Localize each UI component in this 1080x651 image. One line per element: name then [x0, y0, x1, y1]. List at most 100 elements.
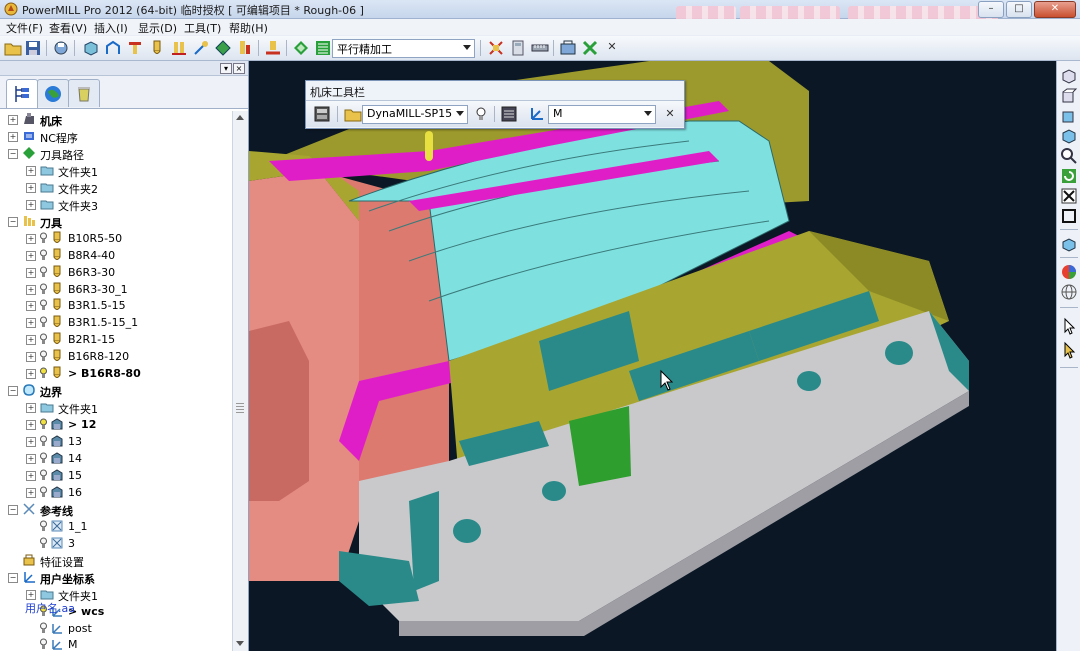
light-bulb-icon[interactable]	[40, 299, 47, 311]
machine-settings-icon[interactable]	[500, 105, 518, 123]
expand-icon[interactable]: +	[26, 487, 36, 498]
tree-item[interactable]: + 文件夹3	[0, 196, 232, 213]
tree-item[interactable]: + B6R3-30_1	[0, 281, 232, 298]
light-bulb-icon[interactable]	[40, 435, 47, 447]
tree-item[interactable]: +16	[0, 484, 232, 501]
block-view-icon[interactable]	[1060, 235, 1078, 253]
expand-icon[interactable]: +	[26, 301, 36, 312]
ruler-icon[interactable]	[531, 39, 549, 57]
light-bulb-icon[interactable]	[40, 418, 47, 430]
menu-display[interactable]: 显示(D)	[138, 20, 177, 36]
leads-links-icon[interactable]	[214, 39, 232, 57]
light-bulb-icon[interactable]	[40, 537, 47, 549]
chevron-down-icon[interactable]	[456, 111, 464, 116]
chevron-down-icon[interactable]	[463, 45, 471, 50]
expand-icon[interactable]: +	[8, 115, 18, 125]
light-bulb-icon[interactable]	[40, 622, 47, 634]
tool-definition-icon[interactable]	[148, 39, 166, 57]
tree-item[interactable]: + B3R1.5-15_1	[0, 314, 232, 331]
tree-item[interactable]: + B6R3-30	[0, 264, 232, 281]
close-panel-icon[interactable]: ×	[233, 63, 245, 74]
cross-arrows-icon[interactable]	[581, 39, 599, 57]
save-icon[interactable]	[24, 39, 42, 57]
refresh-icon[interactable]	[1060, 167, 1078, 185]
pattern-tool-icon[interactable]	[192, 39, 210, 57]
expand-icon[interactable]: +	[26, 335, 36, 346]
start-point-icon[interactable]	[236, 39, 254, 57]
collapse-icon[interactable]: −	[8, 148, 18, 159]
recycle-tab[interactable]	[68, 79, 100, 107]
machine-combo[interactable]: DynaMILL-SP15	[362, 105, 468, 124]
tree-item[interactable]: +13	[0, 433, 232, 450]
scissors-edit-icon[interactable]	[487, 39, 505, 57]
view-top-icon[interactable]	[1060, 107, 1078, 125]
expand-icon[interactable]: +	[26, 403, 36, 414]
light-bulb-icon[interactable]	[40, 520, 47, 532]
expand-icon[interactable]: +	[26, 165, 36, 176]
expand-icon[interactable]: +	[26, 267, 36, 278]
tree-item[interactable]: + 文件夹2	[0, 179, 232, 196]
expand-icon[interactable]: +	[26, 589, 36, 600]
feed-rate-icon[interactable]	[126, 39, 144, 57]
expand-icon[interactable]: +	[26, 369, 36, 380]
tree-item[interactable]: − 刀具	[0, 213, 232, 230]
expand-icon[interactable]: +	[26, 437, 36, 448]
tree-item[interactable]: + 文件夹1	[0, 399, 232, 416]
machine-display-icon[interactable]	[313, 105, 331, 123]
menu-insert[interactable]: 插入(I)	[94, 20, 128, 36]
scrollbar-grip[interactable]	[236, 403, 244, 413]
light-bulb-icon[interactable]	[40, 469, 47, 481]
light-bulb-icon[interactable]	[40, 486, 47, 498]
collapse-icon[interactable]: −	[8, 216, 18, 227]
zoom-box-icon[interactable]	[1060, 207, 1078, 225]
light-bulb-icon[interactable]	[40, 249, 47, 261]
rapid-move-icon[interactable]	[104, 39, 122, 57]
tree-item[interactable]: +15	[0, 467, 232, 484]
open-machine-icon[interactable]	[344, 105, 362, 123]
expand-icon[interactable]: +	[26, 182, 36, 193]
open-folder-icon[interactable]	[4, 39, 22, 57]
expand-icon[interactable]: +	[26, 420, 36, 431]
graphics-viewport[interactable]	[249, 61, 1056, 651]
toolpath-verify-icon[interactable]	[264, 39, 282, 57]
print-icon[interactable]	[52, 39, 70, 57]
tree-item[interactable]: 1_1	[0, 518, 232, 535]
select-cursor-icon[interactable]	[1060, 317, 1078, 335]
tree-item[interactable]: post	[0, 620, 232, 637]
view-shaded-icon[interactable]	[1060, 127, 1078, 145]
tree-item[interactable]: + > 12	[0, 416, 232, 433]
light-bulb-icon[interactable]	[472, 105, 490, 123]
block-icon[interactable]	[82, 39, 100, 57]
light-bulb-icon[interactable]	[40, 283, 47, 295]
maximize-button[interactable]: □	[1006, 1, 1032, 18]
menu-tools[interactable]: 工具(T)	[184, 20, 221, 36]
tree-item[interactable]: +14	[0, 450, 232, 467]
drag-select-icon[interactable]	[1060, 341, 1078, 359]
chevron-down-icon[interactable]	[644, 111, 652, 116]
tree-item[interactable]: − 边界	[0, 382, 232, 399]
expand-icon[interactable]: +	[26, 470, 36, 481]
tree-item[interactable]: + B16R8-120	[0, 348, 232, 365]
collapse-icon[interactable]: −	[8, 386, 18, 397]
calculator-icon[interactable]	[509, 39, 527, 57]
menu-file[interactable]: 文件(F)	[6, 20, 43, 36]
light-bulb-icon[interactable]	[40, 638, 47, 650]
globe-tab[interactable]	[37, 79, 69, 107]
expand-icon[interactable]: +	[26, 318, 36, 329]
close-button[interactable]: ✕	[1034, 1, 1076, 18]
light-bulb-icon[interactable]	[40, 350, 47, 362]
menu-view[interactable]: 查看(V)	[49, 20, 87, 36]
explorer-scrollbar[interactable]	[232, 111, 248, 651]
view-front-icon[interactable]	[1060, 87, 1078, 105]
expand-icon[interactable]: +	[26, 352, 36, 363]
tree-item[interactable]: + 机床	[0, 111, 232, 128]
light-bulb-icon[interactable]	[40, 452, 47, 464]
expand-icon[interactable]: +	[26, 250, 36, 261]
boundary-tool-icon[interactable]	[170, 39, 188, 57]
tree-item[interactable]: − 刀具路径	[0, 145, 232, 162]
strategy-combo[interactable]: 平行精加工	[332, 39, 475, 58]
light-bulb-icon[interactable]	[40, 316, 47, 328]
light-bulb-icon[interactable]	[40, 266, 47, 278]
tree-item[interactable]: M	[0, 636, 232, 651]
workplane-icon[interactable]	[528, 105, 546, 123]
